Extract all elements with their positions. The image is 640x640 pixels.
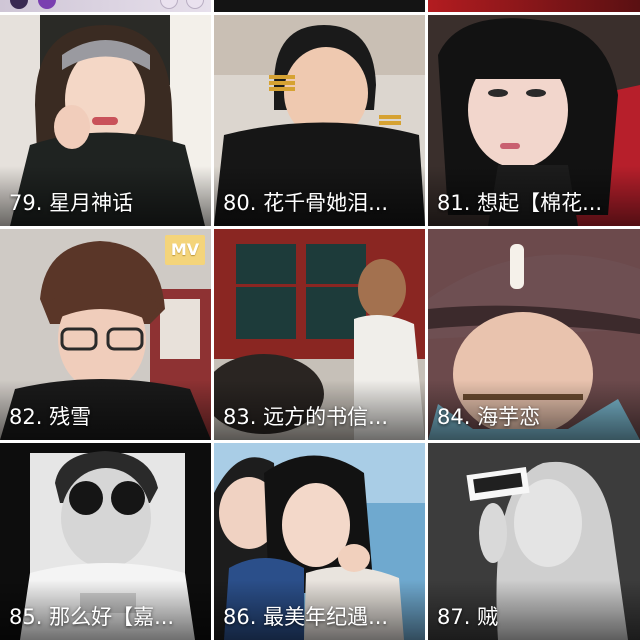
- previous-row-strip: [0, 0, 640, 12]
- circle-button-icon[interactable]: [186, 0, 204, 9]
- song-title: 87. 贼: [437, 605, 499, 629]
- song-tile-87[interactable]: 87. 贼: [428, 443, 640, 640]
- song-title: 86. 最美年纪遇...: [223, 605, 389, 629]
- song-title: 83. 远方的书信...: [223, 405, 389, 429]
- song-tile-80[interactable]: 80. 花千骨她泪...: [214, 15, 425, 226]
- previous-thumbnail-middle[interactable]: [214, 0, 425, 12]
- mv-badge: MV: [165, 235, 205, 265]
- song-tile-79[interactable]: 79. 星月神话: [0, 15, 211, 226]
- avatar-dot-icon: [38, 0, 56, 9]
- avatar-dot-icon: [10, 0, 28, 9]
- song-tile-85[interactable]: 85. 那么好【嘉...: [0, 443, 211, 640]
- song-title: 79. 星月神话: [9, 191, 134, 215]
- song-tile-84[interactable]: 84. 海芋恋: [428, 229, 640, 440]
- song-title: 85. 那么好【嘉...: [9, 605, 175, 629]
- previous-thumbnail-left[interactable]: [0, 0, 211, 12]
- song-tile-83[interactable]: 83. 远方的书信...: [214, 229, 425, 440]
- song-tile-81[interactable]: 81. 想起【棉花...: [428, 15, 640, 226]
- previous-thumbnail-right[interactable]: [428, 0, 640, 12]
- song-title: 82. 残雪: [9, 405, 92, 429]
- song-title: 80. 花千骨她泪...: [223, 191, 389, 215]
- song-tile-82[interactable]: MV 82. 残雪: [0, 229, 211, 440]
- song-tile-86[interactable]: 86. 最美年纪遇...: [214, 443, 425, 640]
- song-thumbnail-grid: 79. 星月神话 80. 花千骨她泪... 81. 想起【棉花... MV 82…: [0, 15, 640, 640]
- circle-button-icon[interactable]: [160, 0, 178, 9]
- song-title: 84. 海芋恋: [437, 405, 541, 429]
- song-title: 81. 想起【棉花...: [437, 191, 603, 215]
